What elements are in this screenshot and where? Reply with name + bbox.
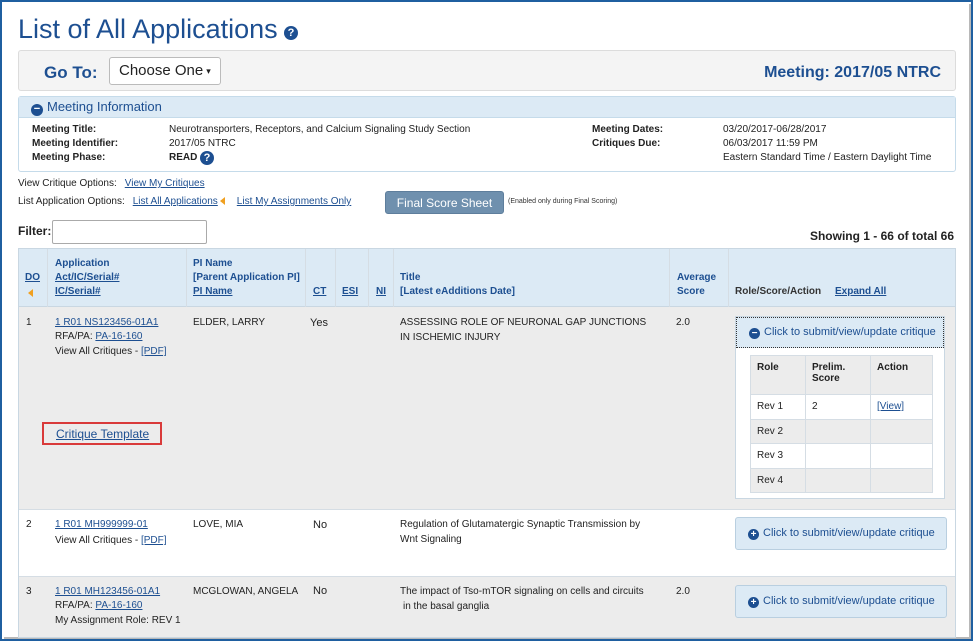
role-row: Rev 4	[750, 467, 933, 493]
help-icon[interactable]: ?	[284, 26, 298, 40]
view-critique-label: View Critique Options:	[18, 178, 117, 189]
goto-dropdown-value: Choose One	[119, 62, 204, 79]
rfa-link[interactable]: PA-16-160	[95, 331, 142, 342]
page-title: List of All Applications	[18, 14, 278, 44]
meeting-dates-value: 03/20/2017-06/28/2017	[723, 124, 827, 135]
view-all-critiques: View All Critiques - [PDF]	[55, 535, 167, 546]
meeting-phase-value: READ	[169, 152, 198, 163]
application-title: ASSESSING ROLE OF NEURONAL GAP JUNCTIONS…	[400, 317, 647, 343]
view-all-critiques: View All Critiques - [PDF]	[55, 346, 167, 357]
row-do: 1	[26, 317, 32, 328]
list-all-applications-link[interactable]: List All Applications	[133, 196, 218, 207]
sort-arrow-icon	[28, 289, 33, 297]
pi-name: ELDER, LARRY	[193, 317, 266, 328]
average-score: 2.0	[676, 317, 690, 328]
application-title: The impact of Tso-mTOR signaling on cell…	[400, 586, 644, 612]
critique-button[interactable]: + Click to submit/view/update critique	[735, 585, 947, 618]
role-table: Role Prelim. Score Action Rev 1 2 [View] …	[750, 355, 933, 493]
collapse-icon[interactable]: −	[31, 104, 43, 116]
table-header: DO Application Act/IC/Serial# IC/Serial#…	[19, 249, 955, 307]
chevron-down-icon: ▾	[206, 65, 211, 76]
assignment-role: My Assignment Role: REV 1	[55, 615, 181, 626]
final-score-sheet-button[interactable]: Final Score Sheet	[385, 191, 504, 214]
role-row: Rev 3	[750, 443, 933, 469]
minus-icon: −	[749, 328, 760, 339]
pdf-link[interactable]: [PDF]	[141, 346, 167, 357]
goto-dropdown[interactable]: Choose One ▾	[109, 57, 221, 85]
role-table-header: Role Prelim. Score Action	[750, 355, 933, 395]
sort-indicator-icon	[219, 197, 225, 206]
goto-bar: Go To: Choose One ▾ Meeting: 2017/05 NTRC	[18, 50, 956, 91]
role-row: Rev 2	[750, 418, 933, 444]
table-row: 2 1 R01 MH999999-01 View All Critiques -…	[19, 510, 955, 577]
table-row: 1 1 R01 NS123456-01A1 RFA/PA: PA-16-160 …	[19, 307, 955, 510]
meeting-info-title: Meeting Information	[47, 99, 162, 114]
meeting-title-value: Neurotransporters, Receptors, and Calciu…	[169, 124, 471, 135]
header-do[interactable]: DO	[25, 271, 40, 285]
critique-toggle-button[interactable]: − Click to submit/view/update critique	[736, 317, 944, 348]
header-ni[interactable]: NI	[376, 285, 386, 299]
ct-value: No	[313, 519, 328, 531]
critique-template-link[interactable]: Critique Template	[56, 427, 149, 441]
header-pi-name: PI Name [Parent Application PI] PI Name	[193, 258, 300, 297]
meeting-dates-label: Meeting Dates:	[592, 124, 664, 135]
critiques-due-value: 06/03/2017 11:59 PM	[723, 138, 818, 149]
header-role-score-action: Role/Score/Action	[735, 286, 822, 297]
critique-template-highlight: Critique Template	[42, 422, 162, 445]
ct-value: Yes	[310, 317, 328, 329]
rfa-line: RFA/PA: PA-16-160	[55, 600, 143, 611]
rfa-link[interactable]: PA-16-160	[95, 600, 142, 611]
average-score: 2.0	[676, 586, 690, 597]
critiques-due-label: Critiques Due:	[592, 138, 661, 149]
pi-name: MCGLOWAN, ANGELA	[193, 586, 299, 597]
filter-label: Filter:	[18, 224, 52, 238]
meeting-phase-label: Meeting Phase:	[32, 152, 106, 163]
meeting-identifier-value: 2017/05 NTRC	[169, 138, 236, 149]
pdf-link[interactable]: [PDF]	[141, 535, 167, 546]
ct-value: No	[313, 585, 328, 597]
header-average-score: Average Score	[677, 272, 717, 297]
final-scoring-note: (Enabled only during Final Scoring)	[508, 198, 618, 205]
critique-button[interactable]: + Click to submit/view/update critique	[735, 517, 947, 550]
phase-help-icon[interactable]: ?	[200, 151, 214, 165]
header-ct[interactable]: CT	[313, 285, 326, 299]
meeting-title-label: Meeting Title:	[32, 124, 97, 135]
application-link[interactable]: 1 R01 MH999999-01	[55, 517, 148, 532]
plus-icon: +	[748, 529, 759, 540]
view-my-critiques-link[interactable]: View My Critiques	[125, 178, 205, 189]
meeting-name: Meeting: 2017/05 NTRC	[764, 64, 941, 81]
role-row: Rev 1 2 [View]	[750, 394, 933, 420]
showing-count: Showing 1 - 66 of total 66	[809, 229, 954, 243]
meeting-info-panel: − Meeting Information Meeting Title: Neur…	[18, 96, 956, 172]
timezone-value: Eastern Standard Time / Eastern Daylight…	[723, 152, 932, 163]
critique-panel: − Click to submit/view/update critique Ro…	[735, 316, 945, 499]
meeting-info-header[interactable]: − Meeting Information	[19, 97, 955, 118]
header-title: Title [Latest eAdditions Date]	[400, 272, 516, 297]
expand-all-link[interactable]: Expand All	[835, 285, 886, 299]
meeting-identifier-label: Meeting Identifier:	[32, 138, 119, 149]
goto-label: Go To:	[44, 63, 98, 82]
window-shadow-right	[969, 4, 973, 641]
pi-name: LOVE, MIA	[193, 519, 244, 530]
plus-icon: +	[748, 597, 759, 608]
application-title: Regulation of Glutamatergic Synaptic Tra…	[400, 519, 641, 545]
list-application-options: List Application Options: List All Applic…	[18, 196, 351, 207]
rfa-line: RFA/PA: PA-16-160	[55, 331, 143, 342]
row-do: 2	[26, 519, 32, 530]
view-critique-link[interactable]: [View]	[877, 401, 904, 412]
view-critique-options: View Critique Options: View My Critiques	[18, 178, 205, 189]
application-link[interactable]: 1 R01 MH123456-01A1	[55, 584, 160, 599]
list-application-label: List Application Options:	[18, 196, 125, 207]
header-application: Application Act/IC/Serial# IC/Serial#	[55, 258, 120, 297]
filter-input[interactable]	[52, 220, 207, 244]
applications-table: DO Application Act/IC/Serial# IC/Serial#…	[18, 248, 956, 638]
row-do: 3	[26, 586, 32, 597]
list-my-assignments-link[interactable]: List My Assignments Only	[237, 196, 351, 207]
table-row: 3 1 R01 MH123456-01A1 RFA/PA: PA-16-160 …	[19, 577, 955, 637]
application-link[interactable]: 1 R01 NS123456-01A1	[55, 315, 158, 330]
header-esi[interactable]: ESI	[342, 285, 358, 299]
